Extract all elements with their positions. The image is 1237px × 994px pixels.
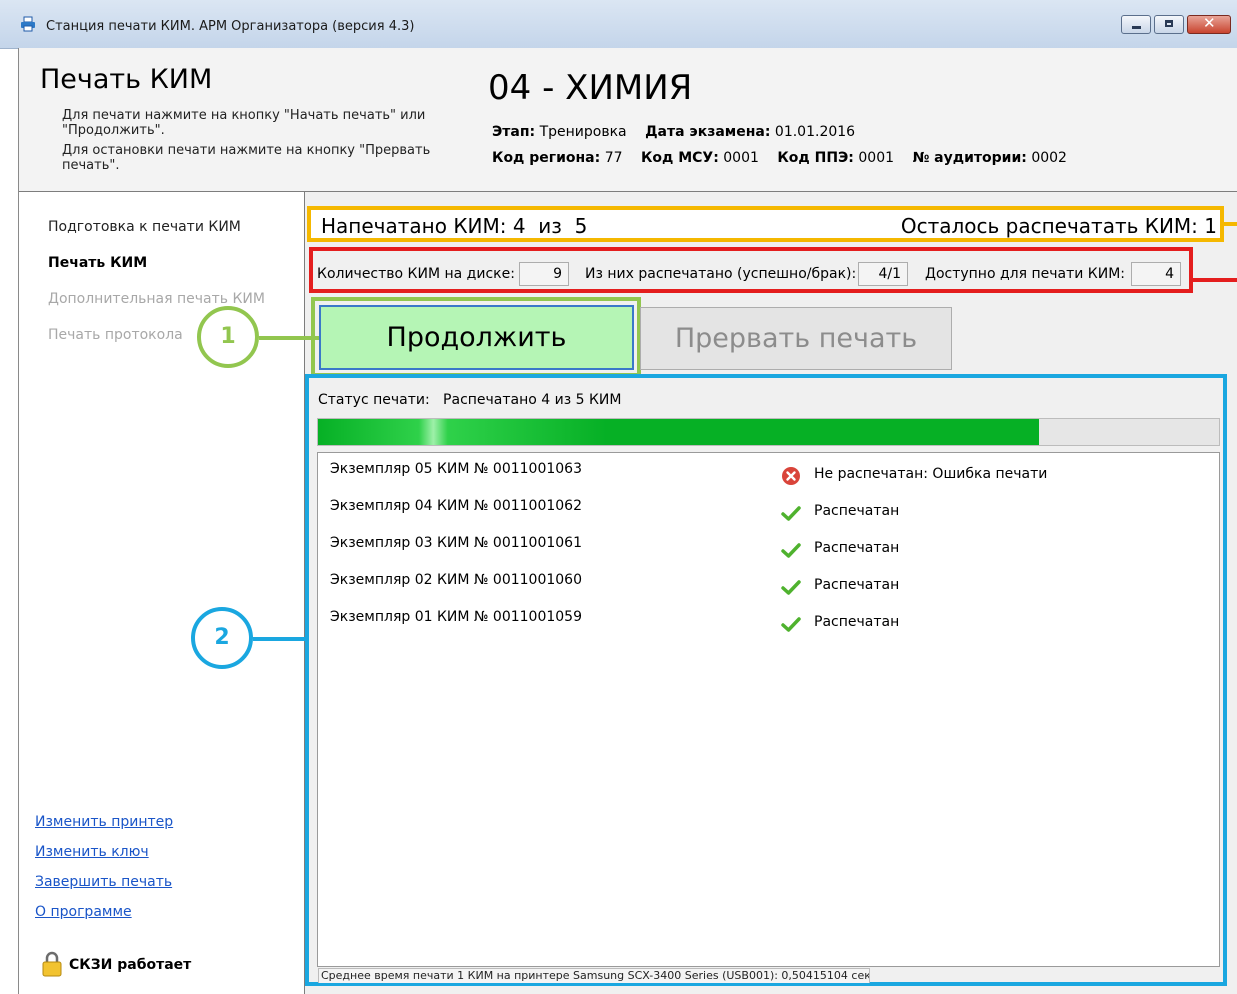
lock-icon — [42, 951, 62, 977]
exam-info-row-2: Код региона: 77 Код МСУ: 0001 Код ППЭ: 0… — [492, 150, 1081, 166]
copy-row-status: Не распечатан: Ошибка печати — [814, 466, 1048, 482]
disk-count-label: Количество КИМ на диске: — [317, 266, 515, 282]
exam-title: 04 - ХИМИЯ — [488, 68, 693, 108]
check-icon — [781, 543, 801, 558]
print-status: Статус печати: Распечатано 4 из 5 КИМ — [318, 392, 622, 408]
printer-app-icon — [21, 16, 35, 32]
print-progress-fill — [318, 419, 1039, 445]
callout-2: 2 — [191, 607, 253, 669]
copy-row-status: Распечатан — [814, 540, 900, 556]
stage-value: Тренировка — [539, 124, 627, 140]
available-count-label: Доступно для печати КИМ: — [925, 266, 1125, 282]
ppe-value: 0001 — [858, 150, 895, 166]
available-count-value: 4 — [1131, 262, 1181, 286]
exam-date-label: Дата экзамена: — [645, 124, 771, 140]
ppe-label: Код ППЭ: — [777, 150, 854, 166]
copies-list[interactable] — [317, 452, 1220, 967]
change-key-link[interactable]: Изменить ключ — [35, 844, 149, 860]
sidebar-item-prepare[interactable]: Подготовка к печати КИМ — [48, 219, 241, 235]
maximize-button[interactable] — [1154, 15, 1184, 34]
stage-label: Этап: — [492, 124, 536, 140]
msu-label: Код МСУ: — [640, 150, 719, 166]
print-progress-bar — [317, 418, 1220, 446]
close-icon: ✕ — [1203, 14, 1216, 32]
sidebar-item-additional-print: Дополнительная печать КИМ — [48, 291, 265, 307]
hint-line: печать". — [62, 158, 120, 173]
maximize-icon — [1165, 20, 1173, 27]
callout-1: 1 — [197, 306, 259, 368]
printed-count-label: Из них распечатано (успешно/брак): — [585, 266, 857, 282]
finish-print-link[interactable]: Завершить печать — [35, 874, 172, 890]
room-label: № аудитории: — [912, 150, 1027, 166]
window-title: Станция печати КИМ. АРМ Организатора (ве… — [46, 19, 415, 34]
msu-value: 0001 — [723, 150, 759, 166]
minimize-icon — [1132, 26, 1141, 29]
exam-info-row-1: Этап: Тренировка Дата экзамена: 01.01.20… — [492, 124, 869, 140]
counts-callout-line — [1193, 278, 1237, 282]
average-print-time: Среднее время печати 1 КИМ на принтере S… — [318, 968, 870, 983]
copy-row-label: Экземпляр 05 КИМ № 0011001063 — [330, 461, 582, 477]
exam-date-value: 01.01.2016 — [774, 124, 856, 140]
region-value: 77 — [604, 150, 623, 166]
crypto-status: СКЗИ работает — [69, 957, 192, 973]
close-button[interactable]: ✕ — [1187, 15, 1231, 34]
error-icon — [782, 467, 800, 485]
hint-line: "Продолжить". — [62, 123, 165, 138]
printed-count-value: 4/1 — [858, 262, 908, 286]
disk-count-value: 9 — [519, 262, 569, 286]
hint-line: Для печати нажмите на кнопку "Начать печ… — [62, 108, 426, 123]
change-printer-link[interactable]: Изменить принтер — [35, 814, 173, 830]
summary-callout-line — [1224, 222, 1237, 226]
about-link[interactable]: О программе — [35, 904, 132, 920]
room-value: 0002 — [1031, 150, 1067, 166]
check-icon — [781, 580, 801, 595]
copy-row-status: Распечатан — [814, 577, 900, 593]
callout-2-line — [253, 637, 305, 641]
print-status-value: Распечатано 4 из 5 КИМ — [443, 392, 622, 408]
copy-row-label: Экземпляр 01 КИМ № 0011001059 — [330, 609, 582, 625]
minimize-button[interactable] — [1121, 15, 1151, 34]
copy-row-status: Распечатан — [814, 503, 900, 519]
window-titlebar[interactable]: Станция печати КИМ. АРМ Организатора (ве… — [0, 0, 1237, 49]
printed-summary: Напечатано КИМ: 4 из 5 — [321, 214, 588, 238]
continue-button[interactable]: Продолжить — [319, 305, 634, 370]
remaining-summary: Осталось распечатать КИМ: 1 — [900, 214, 1217, 238]
print-status-label: Статус печати: — [318, 392, 430, 408]
check-icon — [781, 506, 801, 521]
region-label: Код региона: — [492, 150, 601, 166]
copy-row-label: Экземпляр 02 КИМ № 0011001060 — [330, 572, 582, 588]
hint-line: Для остановки печати нажмите на кнопку "… — [62, 143, 431, 158]
copy-row-label: Экземпляр 03 КИМ № 0011001061 — [330, 535, 582, 551]
sidebar-item-print-protocol: Печать протокола — [48, 327, 183, 343]
callout-1-line — [259, 336, 319, 340]
page-title: Печать КИМ — [40, 64, 213, 95]
stop-print-button: Прервать печать — [640, 307, 952, 370]
copy-row-status: Распечатан — [814, 614, 900, 630]
check-icon — [781, 617, 801, 632]
copy-row-label: Экземпляр 04 КИМ № 0011001062 — [330, 498, 582, 514]
sidebar-item-print[interactable]: Печать КИМ — [48, 255, 147, 271]
